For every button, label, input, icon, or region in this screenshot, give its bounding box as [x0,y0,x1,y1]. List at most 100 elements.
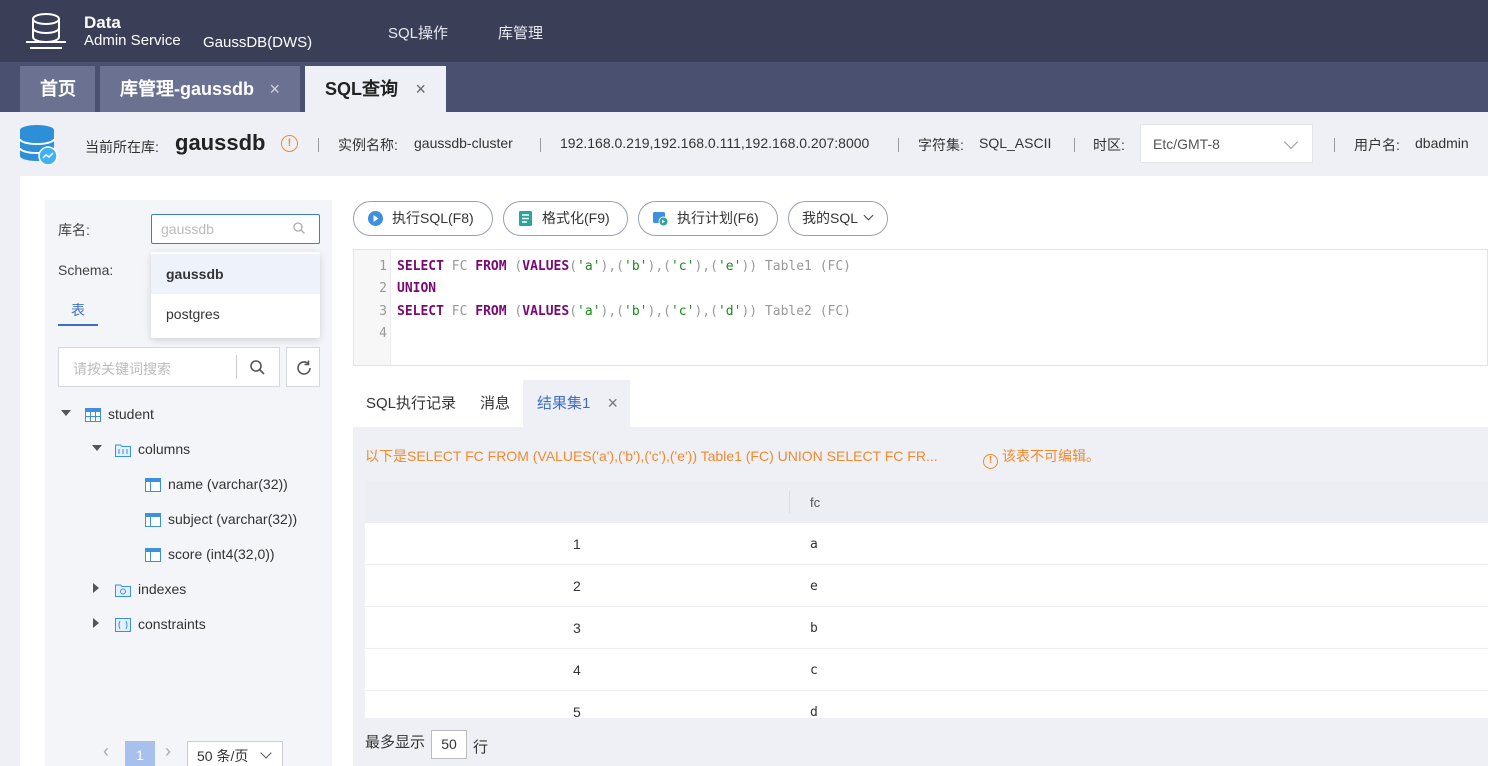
refresh-icon [297,360,311,375]
user-value: dbadmin [1415,135,1469,151]
tree-column-subject[interactable]: subject (varchar(32)) [168,511,297,527]
keyword-search-input[interactable]: 请按关键词搜索 [58,347,280,387]
column-icon [145,548,161,562]
tab-resultset-1[interactable]: 结果集1 × [523,380,630,427]
schema-label: Schema: [58,262,114,278]
my-sql-button[interactable]: 我的SQL [788,201,888,236]
tab-home[interactable]: 首页 [20,66,95,112]
caret-right-icon[interactable] [93,583,99,593]
my-sql-label: 我的SQL [802,210,859,226]
separator [1334,138,1335,152]
cell-fc[interactable]: b [810,621,818,636]
row-number: 3 [573,620,581,636]
caret-down-icon[interactable] [61,410,71,416]
refresh-button[interactable] [286,347,320,387]
timezone-value: Etc/GMT-8 [1153,136,1220,152]
current-page[interactable]: 1 [125,741,155,766]
table-icon [85,408,101,422]
tab-home-label: 首页 [40,79,76,99]
code-line-3: SELECT FC FROM (VALUES('a'),('b'),('c'),… [397,304,852,319]
db-option-gaussdb[interactable]: gaussdb [151,254,320,294]
db-name-select[interactable]: gaussdb [151,214,320,244]
line-number: 3 [379,304,387,319]
run-sql-label: 执行SQL(F8) [392,210,474,226]
table-row[interactable]: 3b [365,607,1488,649]
format-button[interactable]: 格式化(F9) [503,201,628,236]
cell-fc[interactable]: d [810,705,818,718]
tab-sql-query[interactable]: SQL查询 × [305,66,446,112]
separator [540,138,541,152]
cell-fc[interactable]: a [810,537,818,552]
tab-bar: 首页 库管理-gaussdb × SQL查询 × [0,62,1488,112]
db-option-postgres[interactable]: postgres [151,294,320,334]
folder-constraints-icon [115,618,131,632]
search-icon[interactable] [250,360,265,375]
page-size-value: 50 条/页 [197,748,249,764]
explain-plan-button[interactable]: 执行计划(F6) [638,201,778,236]
close-icon[interactable]: × [269,66,280,112]
explain-plan-label: 执行计划(F6) [677,210,759,226]
chevron-down-icon [1283,134,1299,150]
column-icon [145,513,161,527]
table-row[interactable]: 2e [365,565,1488,607]
logo-line1: Data [84,13,121,32]
line-number: 2 [379,281,387,296]
tree-folder-constraints[interactable]: constraints [138,616,206,632]
tab-sql-history[interactable]: SQL执行记录 [366,380,456,427]
timezone-select[interactable]: Etc/GMT-8 [1140,124,1313,163]
close-icon[interactable]: × [415,66,426,112]
readonly-notice: ! 该表不可编辑。 [983,446,1100,469]
caret-down-icon[interactable] [92,445,102,451]
table-row[interactable]: 4c [365,649,1488,691]
sql-editor[interactable]: 1 2 3 4 SELECT FC FROM (VALUES('a'),('b'… [353,249,1488,366]
line-number: 4 [379,326,387,341]
table-row[interactable]: 1a [365,523,1488,565]
separator [1074,138,1075,152]
chevron-down-icon [863,210,874,221]
nav-db-manage[interactable]: 库管理 [498,22,543,43]
code-line-2: UNION [397,281,437,296]
line-number: 1 [379,259,387,274]
divider [236,355,237,379]
charset-label: 字符集: [918,137,964,153]
product-name: GaussDB(DWS) [203,34,313,51]
logo-line2: Admin Service [84,32,181,49]
column-header-fc[interactable]: fc [810,495,820,510]
tab-tables[interactable]: 表 [58,300,98,320]
tree-column-score[interactable]: score (int4(32,0)) [168,546,275,562]
db-dropdown-menu: gaussdb postgres [151,252,320,338]
tree-column-name[interactable]: name (varchar(32)) [168,476,288,492]
grid-header: fc [365,481,1488,523]
column-icon [145,478,161,492]
page-size-select[interactable]: 50 条/页 [187,741,283,766]
format-label: 格式化(F9) [542,210,610,226]
cell-fc[interactable]: e [810,579,818,594]
nav-sql-ops[interactable]: SQL操作 [388,22,448,43]
prev-page-icon[interactable]: ‹ [103,741,109,762]
run-sql-button[interactable]: 执行SQL(F8) [353,201,493,236]
charset-value: SQL_ASCII [979,135,1052,151]
table-row[interactable]: 5d [365,691,1488,718]
max-rows-input[interactable]: 50 [431,730,467,759]
current-db-value: gaussdb [175,130,266,155]
row-number: 5 [573,704,581,718]
separator [318,138,319,152]
tab-db-manage-label: 库管理-gaussdb [120,79,255,99]
cell-fc[interactable]: c [810,663,818,678]
next-page-icon[interactable]: › [165,741,171,762]
separator [898,138,899,152]
tab-messages[interactable]: 消息 [480,380,510,427]
chevron-down-icon [260,747,272,759]
close-icon[interactable]: × [607,380,618,427]
caret-right-icon[interactable] [93,618,99,628]
tree-table-student[interactable]: student [108,406,154,422]
result-tabs: SQL执行记录 消息 结果集1 × [353,380,1488,427]
current-db-label: 当前所在库: [85,139,159,155]
tab-sql-query-label: SQL查询 [325,79,399,99]
tree-folder-columns[interactable]: columns [138,441,190,457]
search-icon [293,222,305,234]
result-grid: fc 1a 2e 3b 4c 5d [365,481,1488,718]
tree-folder-indexes[interactable]: indexes [138,581,186,597]
info-circle-icon[interactable]: ! [281,135,298,152]
tab-db-manage[interactable]: 库管理-gaussdb × [100,66,300,112]
